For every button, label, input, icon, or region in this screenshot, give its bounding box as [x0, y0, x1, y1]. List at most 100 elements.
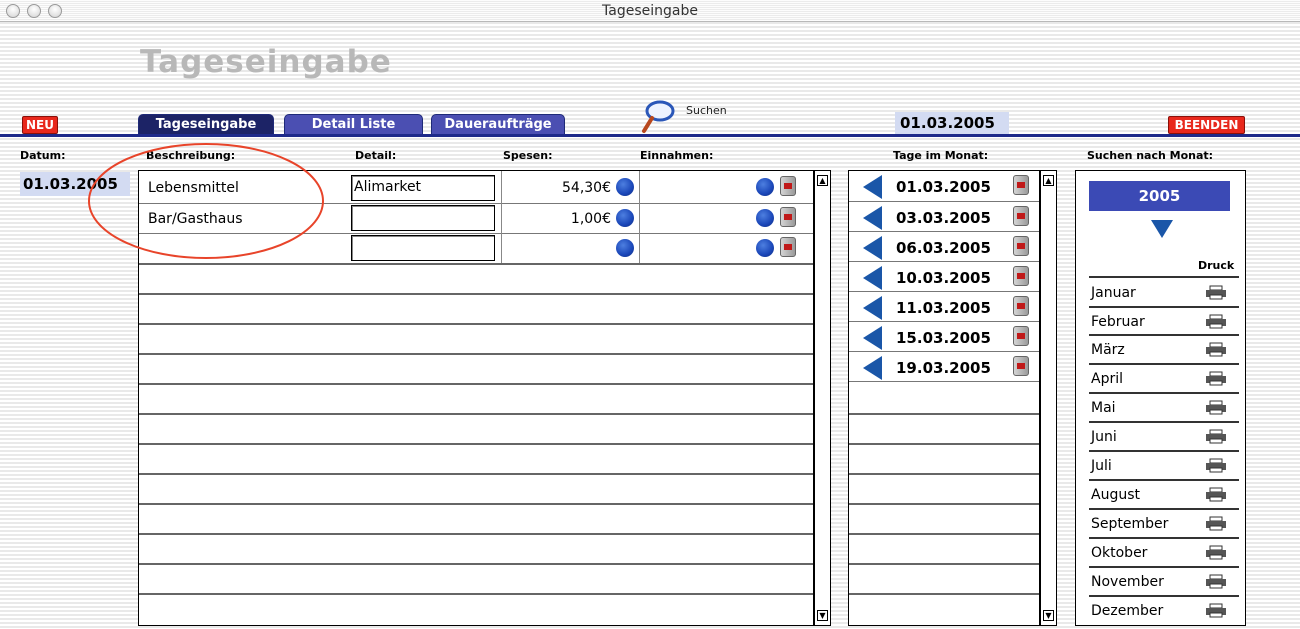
- search-label[interactable]: Suchen: [686, 104, 727, 117]
- annotation-ellipse: [88, 143, 324, 259]
- printer-icon[interactable]: [1205, 429, 1227, 444]
- tab-tageseingabe[interactable]: Tageseingabe: [138, 114, 274, 135]
- year-selector[interactable]: 2005: [1089, 181, 1230, 211]
- printer-icon[interactable]: [1205, 342, 1227, 357]
- triangle-left-icon[interactable]: [863, 326, 882, 350]
- date-item[interactable]: 01.03.2005: [896, 178, 991, 196]
- printer-icon[interactable]: [1205, 458, 1227, 473]
- printer-icon[interactable]: [1205, 371, 1227, 386]
- month-item-november[interactable]: November: [1091, 574, 1164, 590]
- row-divider: [849, 443, 1039, 445]
- month-item-august[interactable]: August: [1091, 487, 1140, 503]
- row-divider: [139, 353, 813, 355]
- trash-icon[interactable]: [1013, 175, 1029, 195]
- month-item-september[interactable]: September: [1091, 516, 1168, 532]
- search-icon[interactable]: [640, 98, 684, 134]
- date-item[interactable]: 10.03.2005: [896, 269, 991, 287]
- printer-icon[interactable]: [1205, 285, 1227, 300]
- printer-icon[interactable]: [1205, 603, 1227, 618]
- month-divider: [1089, 479, 1239, 481]
- month-item-dezember[interactable]: Dezember: [1091, 603, 1163, 619]
- trash-icon[interactable]: [1013, 206, 1029, 226]
- new-button[interactable]: NEU: [22, 116, 58, 134]
- trash-icon[interactable]: [780, 237, 796, 257]
- month-divider: [1089, 421, 1239, 423]
- list-item[interactable]: 06.03.2005: [849, 232, 1039, 262]
- blue-dot-icon[interactable]: [756, 209, 774, 227]
- date-item[interactable]: 15.03.2005: [896, 329, 991, 347]
- entries-scrollbar[interactable]: ▲ ▼: [814, 170, 831, 626]
- month-divider: [1089, 450, 1239, 452]
- month-item-mai[interactable]: Mai: [1091, 400, 1116, 416]
- spesen-cell[interactable]: 54,30€: [499, 180, 611, 196]
- row-divider: [849, 503, 1039, 505]
- list-item[interactable]: 10.03.2005: [849, 262, 1039, 292]
- list-item[interactable]: 19.03.2005: [849, 352, 1039, 382]
- month-divider: [1089, 392, 1239, 394]
- list-item[interactable]: 01.03.2005: [849, 171, 1039, 201]
- tage-header: Tage im Monat:: [893, 149, 989, 162]
- triangle-left-icon[interactable]: [863, 236, 882, 260]
- spesen-header: Spesen:: [503, 149, 553, 162]
- trash-icon[interactable]: [1013, 266, 1029, 286]
- date-item[interactable]: 11.03.2005: [896, 299, 991, 317]
- trash-icon[interactable]: [780, 207, 796, 227]
- spesen-cell[interactable]: 1,00€: [499, 211, 611, 227]
- detail-field[interactable]: [351, 205, 495, 231]
- month-divider: [1089, 566, 1239, 568]
- month-divider: [1089, 508, 1239, 510]
- dates-list: 01.03.2005 03.03.2005 06.03.2005 10.03.2…: [848, 170, 1040, 626]
- trash-icon[interactable]: [780, 176, 796, 196]
- trash-icon[interactable]: [1013, 296, 1029, 316]
- blue-dot-icon[interactable]: [756, 178, 774, 196]
- triangle-left-icon[interactable]: [863, 356, 882, 380]
- row-divider: [849, 473, 1039, 475]
- trash-icon[interactable]: [1013, 326, 1029, 346]
- scroll-up-icon[interactable]: ▲: [1043, 175, 1054, 186]
- month-divider: [1089, 276, 1239, 278]
- month-item-maerz[interactable]: März: [1091, 342, 1125, 358]
- trash-icon[interactable]: [1013, 236, 1029, 256]
- date-item[interactable]: 19.03.2005: [896, 359, 991, 377]
- month-divider: [1089, 306, 1239, 308]
- trash-icon[interactable]: [1013, 356, 1029, 376]
- month-item-februar[interactable]: Februar: [1091, 314, 1145, 330]
- date-item[interactable]: 06.03.2005: [896, 239, 991, 257]
- triangle-left-icon[interactable]: [863, 206, 882, 230]
- month-item-juli[interactable]: Juli: [1091, 458, 1112, 474]
- printer-icon[interactable]: [1205, 487, 1227, 502]
- scroll-down-icon[interactable]: ▼: [1043, 610, 1054, 621]
- detail-field[interactable]: Alimarket: [351, 175, 495, 201]
- list-item[interactable]: 15.03.2005: [849, 322, 1039, 352]
- month-item-juni[interactable]: Juni: [1091, 429, 1117, 445]
- detail-field[interactable]: [351, 235, 495, 261]
- printer-icon[interactable]: [1205, 574, 1227, 589]
- month-item-januar[interactable]: Januar: [1091, 285, 1136, 301]
- scroll-up-icon[interactable]: ▲: [817, 175, 828, 186]
- list-item[interactable]: 11.03.2005: [849, 292, 1039, 322]
- exit-button[interactable]: BEENDEN: [1168, 116, 1245, 134]
- blue-dot-icon[interactable]: [756, 239, 774, 257]
- druck-label: Druck: [1198, 259, 1235, 272]
- blue-dot-icon[interactable]: [616, 178, 634, 196]
- row-divider: [139, 533, 813, 535]
- tab-dauerauftraege[interactable]: Daueraufträge: [431, 114, 565, 135]
- row-divider: [139, 443, 813, 445]
- chevron-down-icon[interactable]: [1151, 220, 1173, 238]
- triangle-left-icon[interactable]: [863, 266, 882, 290]
- printer-icon[interactable]: [1205, 314, 1227, 329]
- printer-icon[interactable]: [1205, 516, 1227, 531]
- month-item-april[interactable]: April: [1091, 371, 1123, 387]
- list-item[interactable]: 03.03.2005: [849, 202, 1039, 232]
- dates-scrollbar[interactable]: ▲ ▼: [1040, 170, 1057, 626]
- date-item[interactable]: 03.03.2005: [896, 209, 991, 227]
- triangle-left-icon[interactable]: [863, 296, 882, 320]
- blue-dot-icon[interactable]: [616, 239, 634, 257]
- printer-icon[interactable]: [1205, 545, 1227, 560]
- blue-dot-icon[interactable]: [616, 209, 634, 227]
- triangle-left-icon[interactable]: [863, 175, 882, 199]
- scroll-down-icon[interactable]: ▼: [817, 610, 828, 621]
- month-item-oktober[interactable]: Oktober: [1091, 545, 1147, 561]
- printer-icon[interactable]: [1205, 400, 1227, 415]
- tab-detail-liste[interactable]: Detail Liste: [284, 114, 423, 135]
